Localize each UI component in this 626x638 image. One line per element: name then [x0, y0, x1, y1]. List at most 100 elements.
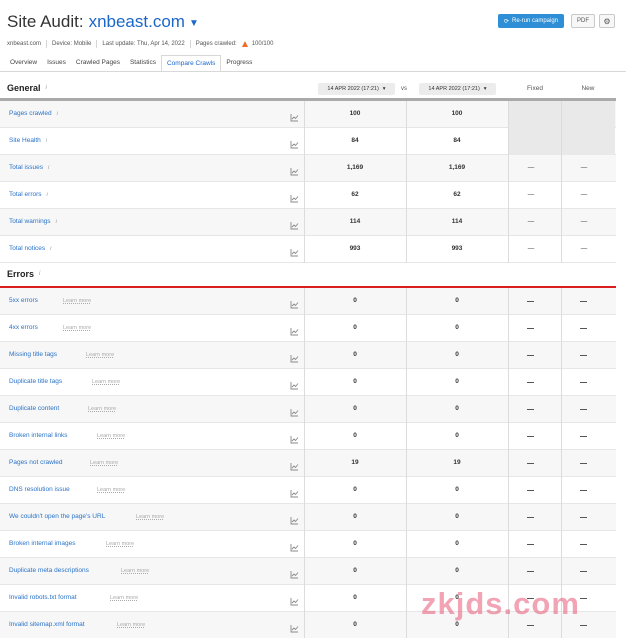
error-issue-link[interactable]: Duplicate content [9, 396, 59, 422]
error-issue-link[interactable]: 4xx errors [9, 315, 38, 341]
error-issue-link[interactable]: Duplicate meta descriptions [9, 558, 89, 584]
crawl-right-value[interactable]: 114 [427, 209, 487, 235]
trend-chart-icon[interactable] [290, 620, 299, 633]
info-icon[interactable]: i [56, 219, 57, 225]
metric-link[interactable]: Total notices i [9, 236, 51, 262]
crawl-left-value[interactable]: 84 [325, 128, 385, 154]
crawl-right-value[interactable]: 0 [427, 531, 487, 557]
trend-chart-icon[interactable] [290, 163, 299, 176]
learn-more-link[interactable]: Learn more [106, 531, 134, 557]
crawl-right-value[interactable]: 0 [427, 315, 487, 341]
info-icon[interactable]: i [47, 192, 48, 198]
learn-more-link[interactable]: Learn more [90, 450, 118, 476]
crawl-left-value[interactable]: 0 [325, 396, 385, 422]
crawl-left-value[interactable]: 1,169 [325, 155, 385, 181]
error-issue-link[interactable]: 5xx errors [9, 288, 38, 314]
trend-chart-icon[interactable] [290, 458, 299, 471]
crawl-right-value[interactable]: 0 [427, 504, 487, 530]
crawl-left-value[interactable]: 0 [325, 477, 385, 503]
trend-chart-icon[interactable] [290, 190, 299, 203]
learn-more-link[interactable]: Learn more [88, 396, 116, 422]
learn-more-link[interactable]: Learn more [63, 315, 91, 341]
tab-progress[interactable]: Progress [221, 55, 257, 71]
trend-chart-icon[interactable] [290, 566, 299, 579]
crawl-left-value[interactable]: 0 [325, 423, 385, 449]
crawl-right-value[interactable]: 0 [427, 288, 487, 314]
crawl-left-value[interactable]: 62 [325, 182, 385, 208]
crawl-left-value[interactable]: 0 [325, 531, 385, 557]
crawl-right-value[interactable]: 0 [427, 342, 487, 368]
trend-chart-icon[interactable] [290, 323, 299, 336]
trend-chart-icon[interactable] [290, 593, 299, 606]
tab-issues[interactable]: Issues [42, 55, 71, 71]
tab-statistics[interactable]: Statistics [125, 55, 161, 71]
crawl-date-right-select[interactable]: 14 APR 2022 (17:21) ▾ [419, 83, 496, 95]
learn-more-link[interactable]: Learn more [136, 504, 164, 530]
error-issue-link[interactable]: Invalid robots.txt format [9, 585, 77, 611]
tab-crawled-pages[interactable]: Crawled Pages [71, 55, 125, 71]
learn-more-link[interactable]: Learn more [97, 423, 125, 449]
crawl-right-value[interactable]: 1,169 [427, 155, 487, 181]
learn-more-link[interactable]: Learn more [110, 585, 138, 611]
trend-chart-icon[interactable] [290, 539, 299, 552]
error-issue-link[interactable]: DNS resolution issue [9, 477, 70, 503]
info-icon[interactable]: i [57, 111, 58, 117]
tab-compare-crawls[interactable]: Compare Crawls [160, 55, 222, 71]
trend-chart-icon[interactable] [290, 217, 299, 230]
trend-chart-icon[interactable] [290, 350, 299, 363]
chevron-down-icon[interactable]: ▼ [189, 18, 199, 29]
learn-more-link[interactable]: Learn more [97, 477, 125, 503]
trend-chart-icon[interactable] [290, 377, 299, 390]
rerun-campaign-button[interactable]: ⟳ Re-run campaign [498, 14, 564, 28]
learn-more-link[interactable]: Learn more [63, 288, 91, 314]
crawl-right-value[interactable]: 0 [427, 423, 487, 449]
tab-overview[interactable]: Overview [5, 55, 42, 71]
metric-link[interactable]: Pages crawled i [9, 101, 58, 127]
error-issue-link[interactable]: Pages not crawled [9, 450, 62, 476]
crawl-right-value[interactable]: 0 [427, 369, 487, 395]
learn-more-link[interactable]: Learn more [92, 369, 120, 395]
crawl-left-value[interactable]: 0 [325, 585, 385, 611]
crawl-right-value[interactable]: 993 [427, 236, 487, 262]
error-issue-link[interactable]: Missing title tags [9, 342, 57, 368]
trend-chart-icon[interactable] [290, 244, 299, 257]
trend-chart-icon[interactable] [290, 109, 299, 122]
info-icon[interactable]: i [39, 271, 40, 277]
crawl-right-value[interactable]: 84 [427, 128, 487, 154]
pdf-button[interactable]: PDF [571, 14, 595, 28]
error-issue-link[interactable]: We couldn't open the page's URL [9, 504, 105, 530]
crawl-left-value[interactable]: 19 [325, 450, 385, 476]
info-icon[interactable]: i [46, 138, 47, 144]
error-issue-link[interactable]: Invalid sitemap.xml format [9, 612, 85, 638]
crawl-left-value[interactable]: 993 [325, 236, 385, 262]
error-issue-link[interactable]: Broken internal links [9, 423, 68, 449]
crawl-left-value[interactable]: 0 [325, 342, 385, 368]
crawl-right-value[interactable]: 62 [427, 182, 487, 208]
crawl-right-value[interactable]: 0 [427, 558, 487, 584]
crawl-left-value[interactable]: 100 [325, 101, 385, 127]
metric-link[interactable]: Site Health i [9, 128, 47, 154]
crawl-left-value[interactable]: 0 [325, 504, 385, 530]
error-issue-link[interactable]: Broken internal images [9, 531, 75, 557]
metric-link[interactable]: Total issues i [9, 155, 49, 181]
crawl-date-left-select[interactable]: 14 APR 2022 (17:21) ▾ [318, 83, 395, 95]
trend-chart-icon[interactable] [290, 296, 299, 309]
info-icon[interactable]: i [48, 165, 49, 171]
crawl-right-value[interactable]: 0 [427, 477, 487, 503]
trend-chart-icon[interactable] [290, 431, 299, 444]
error-issue-link[interactable]: Duplicate title tags [9, 369, 62, 395]
crawl-left-value[interactable]: 0 [325, 558, 385, 584]
info-icon[interactable]: i [46, 85, 47, 91]
crawl-left-value[interactable]: 0 [325, 612, 385, 638]
trend-chart-icon[interactable] [290, 485, 299, 498]
crawl-left-value[interactable]: 0 [325, 315, 385, 341]
crawl-right-value[interactable]: 0 [427, 396, 487, 422]
metric-link[interactable]: Total errors i [9, 182, 48, 208]
crawl-left-value[interactable]: 114 [325, 209, 385, 235]
learn-more-link[interactable]: Learn more [86, 342, 114, 368]
learn-more-link[interactable]: Learn more [117, 612, 145, 638]
trend-chart-icon[interactable] [290, 404, 299, 417]
gear-icon[interactable]: ⚙ [599, 14, 615, 28]
crawl-left-value[interactable]: 0 [325, 369, 385, 395]
crawl-right-value[interactable]: 19 [427, 450, 487, 476]
